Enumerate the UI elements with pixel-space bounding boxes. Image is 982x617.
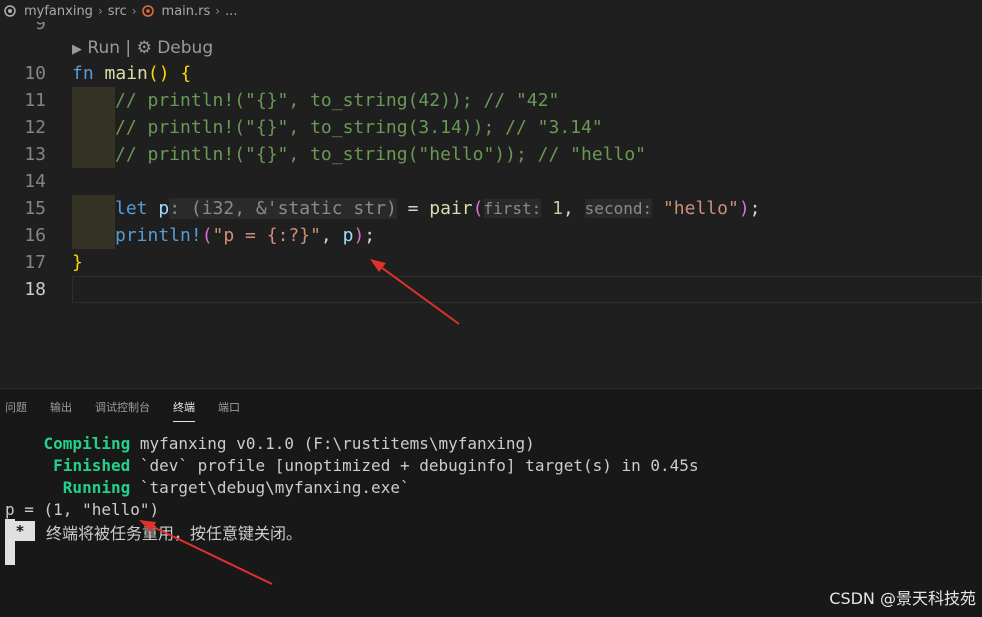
code-text: }: [72, 252, 83, 273]
indent-guide: [72, 87, 115, 114]
codelens-separator: |: [125, 38, 132, 58]
terminal-reuse-message: 终端将被任务重用，按任意键关闭。: [46, 524, 303, 543]
breadcrumb-file[interactable]: main.rs: [160, 4, 213, 19]
tab-debug-console[interactable]: 调试控制台: [95, 395, 150, 419]
terminal-line: Running `target\debug\myfanxing.exe`: [62, 478, 410, 497]
chevron-right-icon: ›: [131, 4, 137, 18]
line-number: 17: [24, 252, 46, 273]
code-comment: // println!("{}", to_string("hello")); /…: [115, 144, 647, 165]
indent-guide: [72, 114, 115, 141]
param-inlay-hint: second:: [584, 199, 653, 218]
param-inlay-hint: first:: [483, 199, 542, 218]
debug-codelens[interactable]: ⚙ Debug: [137, 38, 214, 58]
code-line-10: 10 fn main() {: [0, 60, 982, 87]
code-line-14: 14: [0, 168, 982, 195]
gear-icon: ⚙: [136, 38, 152, 58]
breadcrumb-more[interactable]: ...: [223, 4, 239, 19]
indent-guide: [72, 141, 115, 168]
current-line-highlight: [72, 276, 982, 303]
code-text: fn main() {: [72, 63, 192, 84]
code-comment: // println!("{}", to_string(3.14)); // "…: [115, 117, 603, 138]
code-line-17: 17 }: [0, 249, 982, 276]
bottom-panel: 问题 输出 调试控制台 终端 端口 Compiling myfanxing v0…: [0, 388, 982, 617]
terminal-line: Compiling myfanxing v0.1.0 (F:\rustitems…: [43, 434, 535, 453]
line-number: 9: [35, 22, 46, 34]
code-line-9: 9: [0, 22, 982, 37]
line-number: 18: [24, 279, 46, 300]
breadcrumb: myfanxing › src › main.rs › ...: [0, 0, 982, 22]
breadcrumb-folder[interactable]: src: [106, 4, 129, 19]
code-line-16: 16 println!("p = {:?}", p);: [0, 222, 982, 249]
program-output: p = (1, "hello"): [5, 500, 160, 519]
code-line-13: 13 // println!("{}", to_string("hello"))…: [0, 141, 982, 168]
task-marker: *: [5, 521, 35, 541]
indent-guide: [72, 222, 115, 249]
workspace-icon: [4, 5, 16, 17]
tab-problems[interactable]: 问题: [5, 395, 27, 419]
code-line-18[interactable]: 18: [0, 276, 982, 303]
code-text: let p: (i32, &'static str) = pair(first:…: [115, 198, 761, 219]
tab-output[interactable]: 输出: [50, 395, 72, 419]
watermark: CSDN @景天科技苑: [829, 589, 976, 608]
tab-ports[interactable]: 端口: [218, 395, 240, 419]
code-comment: // println!("{}", to_string(42)); // "42…: [115, 90, 560, 111]
indent-guide: [72, 195, 115, 222]
codelens: ▶ Run | ⚙ Debug: [72, 38, 213, 58]
line-number: 10: [24, 63, 46, 84]
play-icon: ▶: [72, 42, 82, 57]
run-codelens[interactable]: ▶ Run: [72, 38, 120, 58]
code-line-12: 12 // println!("{}", to_string(3.14)); /…: [0, 114, 982, 141]
line-number: 16: [24, 225, 46, 246]
rust-file-icon: [141, 5, 154, 17]
panel-tabs: 问题 输出 调试控制台 终端 端口: [0, 389, 258, 425]
chevron-right-icon: ›: [97, 4, 103, 18]
line-number: 13: [24, 144, 46, 165]
line-number: 14: [24, 171, 46, 192]
terminal-line: Finished `dev` profile [unoptimized + de…: [53, 456, 699, 475]
tab-terminal[interactable]: 终端: [173, 395, 195, 422]
code-line-11: 11 // println!("{}", to_string(42)); // …: [0, 87, 982, 114]
type-inlay-hint: : (i32, &'static str): [169, 198, 397, 219]
code-editor[interactable]: 9 ▶ Run | ⚙ Debug 10 fn main() { 11 // p…: [0, 22, 982, 388]
line-number: 11: [24, 90, 46, 111]
code-line-15: 15 let p: (i32, &'static str) = pair(fir…: [0, 195, 982, 222]
line-number: 12: [24, 117, 46, 138]
code-text: println!("p = {:?}", p);: [115, 225, 376, 246]
line-number: 15: [24, 198, 46, 219]
breadcrumb-project[interactable]: myfanxing: [22, 4, 95, 19]
chevron-right-icon: ›: [215, 4, 221, 18]
